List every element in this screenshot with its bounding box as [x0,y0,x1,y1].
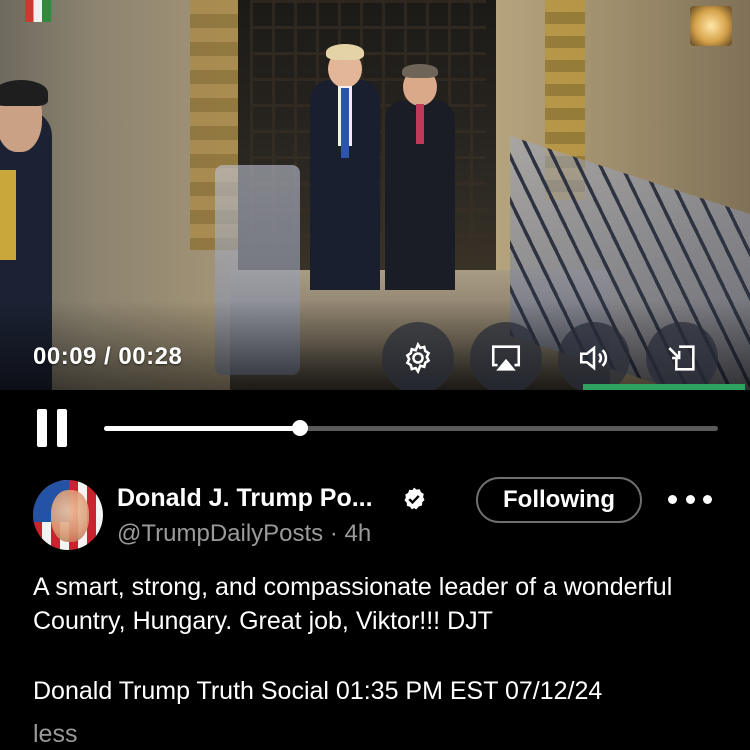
video-time: 00:09 / 00:28 [33,343,183,370]
accent-strip [583,384,745,390]
progress-track[interactable] [104,420,718,436]
more-options-icon[interactable] [668,490,712,508]
volume-button[interactable] [558,322,630,390]
settings-icon [405,341,431,375]
settings-button[interactable] [382,322,454,390]
popout-icon [668,345,695,371]
airplay-button[interactable] [470,322,542,390]
popout-button[interactable] [646,322,718,390]
flag [25,0,51,22]
author-handle[interactable]: @TrumpDailyPosts · 4h [117,520,371,548]
progress-knob[interactable] [292,420,309,436]
progress-fill [104,426,301,431]
video-player[interactable]: 00:09 / 00:28 [0,0,750,390]
volume-icon [579,345,608,371]
post-source: Donald Trump Truth Social 01:35 PM EST 0… [33,677,603,705]
video-person-right [385,64,455,290]
author-name[interactable]: Donald J. Trump Po... [117,484,373,513]
pause-icon[interactable] [35,409,69,447]
show-less-link[interactable]: less [33,720,77,749]
avatar[interactable] [33,480,103,550]
video-person-left [310,44,380,290]
wall-lamp [690,6,732,46]
following-button[interactable]: Following [476,477,642,523]
post-text: A smart, strong, and compassionate leade… [33,573,673,635]
airplay-icon [491,345,521,371]
verified-badge-icon [404,487,425,510]
